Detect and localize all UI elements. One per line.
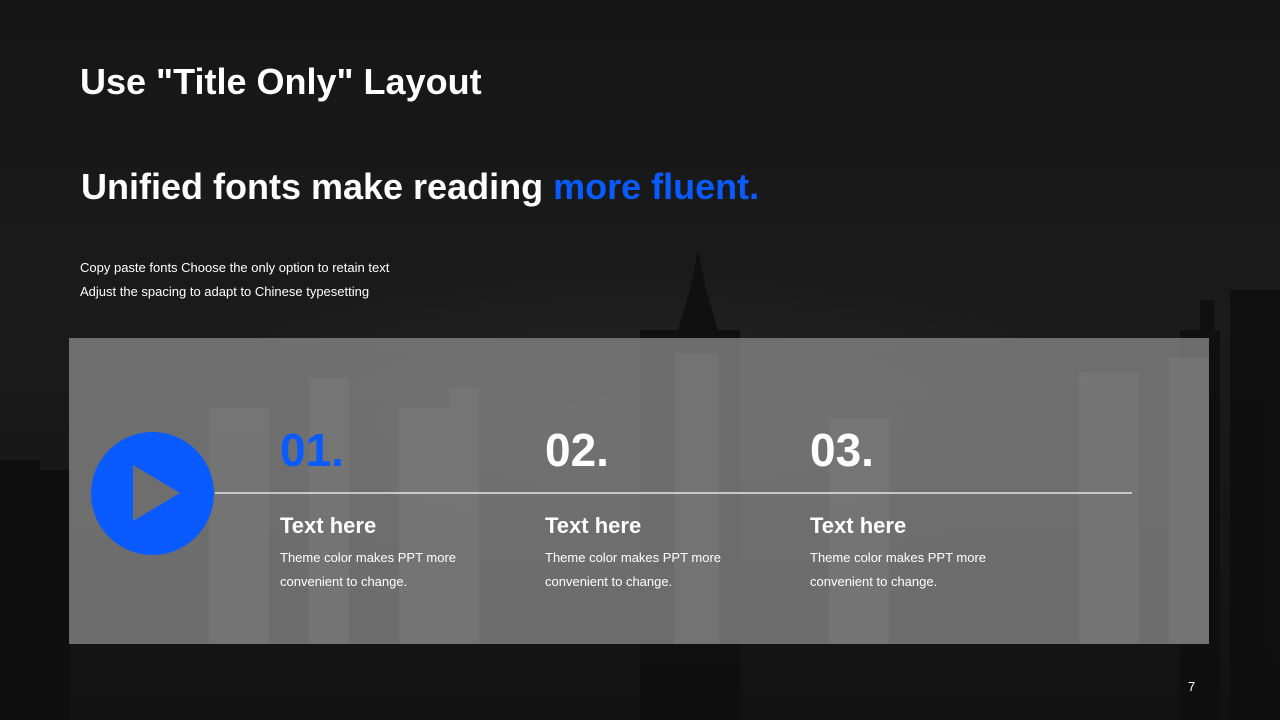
description-block: Copy paste fonts Choose the only option … xyxy=(80,256,389,304)
step-number: 02. xyxy=(545,424,609,476)
slide-headline: Unified fonts make reading more fluent. xyxy=(81,165,759,209)
step-title: Text here xyxy=(280,513,377,538)
description-line-1: Copy paste fonts Choose the only option … xyxy=(80,260,390,275)
headline-accent: more fluent. xyxy=(553,166,760,207)
step-number: 01. xyxy=(280,424,344,476)
step-text: Theme color makes PPT more convenient to… xyxy=(280,550,457,589)
step-2: 02. Text here Theme color makes PPT more… xyxy=(545,422,775,594)
slide-title: Use "Title Only" Layout xyxy=(80,61,482,102)
step-title: Text here xyxy=(810,513,907,538)
play-icon xyxy=(133,465,180,521)
step-1: 01. Text here Theme color makes PPT more… xyxy=(280,422,510,594)
play-button[interactable] xyxy=(91,432,214,555)
step-3: 03. Text here Theme color makes PPT more… xyxy=(810,422,1040,594)
description-line-2: Adjust the spacing to adapt to Chinese t… xyxy=(80,284,370,299)
step-number: 03. xyxy=(810,424,874,476)
headline-main: Unified fonts make reading xyxy=(81,166,554,207)
step-title: Text here xyxy=(545,513,642,538)
steps-panel: 01. Text here Theme color makes PPT more… xyxy=(69,338,1209,644)
step-text: Theme color makes PPT more convenient to… xyxy=(810,550,987,589)
page-number: 7 xyxy=(1188,679,1196,694)
step-text: Theme color makes PPT more convenient to… xyxy=(545,550,722,589)
